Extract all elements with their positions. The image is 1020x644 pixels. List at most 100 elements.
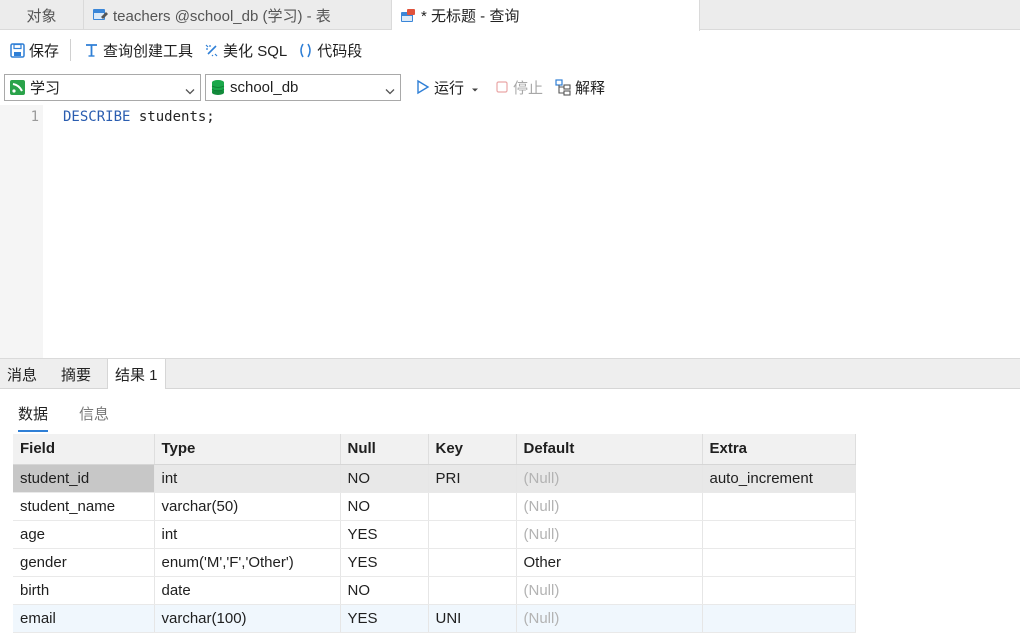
database-select[interactable]: school_db [205,73,401,101]
tab-result-1-label: 结果 1 [115,367,158,384]
table-row[interactable]: email varchar(100) YES UNI (Null) [13,604,856,633]
sql-statement-rest: students; [130,109,215,125]
grid-cell[interactable] [428,576,517,605]
run-label: 运行 [434,79,465,97]
grid-cell[interactable]: email [13,604,155,633]
tab-objects[interactable]: 对象 [0,0,84,30]
grid-cell[interactable]: Other [516,548,703,577]
grid-cell[interactable]: age [13,520,155,549]
beautify-sql-button[interactable]: 美化 SQL [198,36,292,64]
column-header-extra[interactable]: Extra [702,434,856,465]
run-button[interactable]: 运行 [411,77,485,98]
chevron-down-icon [385,83,395,94]
tab-summary[interactable]: 摘要 [54,359,98,389]
tab-teachers-label: teachers @school_db (学习) - 表 [113,7,331,25]
stop-button[interactable]: 停止 [491,77,547,98]
query-icon [400,8,417,24]
grid-cell[interactable]: YES [340,604,429,633]
column-header-field[interactable]: Field [13,434,155,465]
save-icon [9,42,26,59]
grid-cell[interactable]: student_name [13,492,155,521]
grid-cell[interactable]: (Null) [516,604,703,633]
tab-messages[interactable]: 消息 [0,359,44,389]
tab-info[interactable]: 信息 [79,403,109,424]
grid-cell[interactable]: (Null) [516,520,703,549]
column-header-null[interactable]: Null [340,434,429,465]
grid-cell[interactable]: PRI [428,464,517,493]
toolbar-divider [70,39,72,61]
column-header-default[interactable]: Default [516,434,703,465]
sql-keyword: DESCRIBE [63,109,131,125]
grid-cell[interactable]: enum('M','F','Other') [154,548,341,577]
grid-cell[interactable] [702,520,856,549]
tab-teachers-table[interactable]: teachers @school_db (学习) - 表 [84,0,392,30]
database-icon [210,79,226,96]
document-tab-bar: 对象 teachers @school_db (学习) - 表 * 无标题 - … [0,0,1020,31]
grid-cell[interactable]: auto_increment [702,464,856,493]
save-button[interactable]: 保存 [4,36,64,64]
save-label: 保存 [29,42,60,60]
table-icon [92,7,109,23]
magic-wand-icon [203,42,220,59]
beautify-sql-label: 美化 SQL [223,42,288,60]
grid-cell[interactable]: birth [13,576,155,605]
tab-untitled-query[interactable]: * 无标题 - 查询 [392,0,700,31]
code-snippet-button[interactable]: 代码段 [292,36,367,64]
sql-code-line[interactable]: DESCRIBE students; [63,109,215,125]
result-tab-bar: 消息 摘要 结果 1 [0,358,1020,390]
grid-cell[interactable]: YES [340,520,429,549]
table-row[interactable]: student_id int NO PRI (Null) auto_increm… [13,464,856,493]
grid-header-row: Field Type Null Key Default Extra [13,434,856,465]
tab-data[interactable]: 数据 [18,403,49,432]
connection-select[interactable]: 学习 [4,73,201,101]
grid-cell[interactable]: NO [340,576,429,605]
grid-cell[interactable]: varchar(100) [154,604,341,633]
result-grid: Field Type Null Key Default Extra studen… [13,434,856,633]
query-builder-button[interactable]: 查询创建工具 [78,36,198,64]
query-builder-label: 查询创建工具 [103,42,194,60]
tab-summary-label: 摘要 [61,366,92,384]
tab-query-label: * 无标题 - 查询 [421,8,520,25]
grid-cell[interactable]: (Null) [516,464,703,493]
grid-cell[interactable]: varchar(50) [154,492,341,521]
run-controls: 运行 停止 解释 [411,77,609,98]
table-row[interactable]: age int YES (Null) [13,520,856,549]
parentheses-icon [297,42,314,59]
grid-cell[interactable] [428,492,517,521]
database-value: school_db [230,78,299,96]
connection-icon [9,79,26,96]
line-number-gutter: 1 [0,105,43,358]
sql-editor[interactable]: 1 DESCRIBE students; [0,105,1020,358]
explain-label: 解释 [575,79,606,97]
grid-cell[interactable]: date [154,576,341,605]
grid-cell[interactable]: NO [340,492,429,521]
table-row[interactable]: student_name varchar(50) NO (Null) [13,492,856,521]
run-dropdown-icon[interactable] [469,82,481,92]
grid-cell[interactable]: YES [340,548,429,577]
grid-cell[interactable]: UNI [428,604,517,633]
grid-cell[interactable]: int [154,520,341,549]
code-snippet-label: 代码段 [317,42,363,60]
column-header-type[interactable]: Type [154,434,341,465]
grid-cell[interactable]: NO [340,464,429,493]
grid-cell[interactable]: (Null) [516,492,703,521]
chevron-down-icon [185,83,195,94]
grid-cell[interactable] [428,548,517,577]
grid-cell[interactable] [702,576,856,605]
grid-cell[interactable] [702,604,856,633]
column-header-key[interactable]: Key [428,434,517,465]
grid-cell[interactable]: gender [13,548,155,577]
query-builder-icon [83,42,100,59]
explain-button[interactable]: 解释 [551,77,609,98]
grid-cell[interactable] [428,520,517,549]
connection-toolbar: 学习 school_db 运行 停止 解释 [0,70,1020,104]
table-row[interactable]: gender enum('M','F','Other') YES Other [13,548,856,577]
tab-messages-label: 消息 [7,366,38,384]
grid-cell[interactable]: (Null) [516,576,703,605]
tab-result-1[interactable]: 结果 1 [107,359,166,390]
grid-cell[interactable]: int [154,464,341,493]
grid-cell[interactable] [702,548,856,577]
grid-cell[interactable] [702,492,856,521]
grid-cell[interactable]: student_id [13,464,155,493]
table-row[interactable]: birth date NO (Null) [13,576,856,605]
